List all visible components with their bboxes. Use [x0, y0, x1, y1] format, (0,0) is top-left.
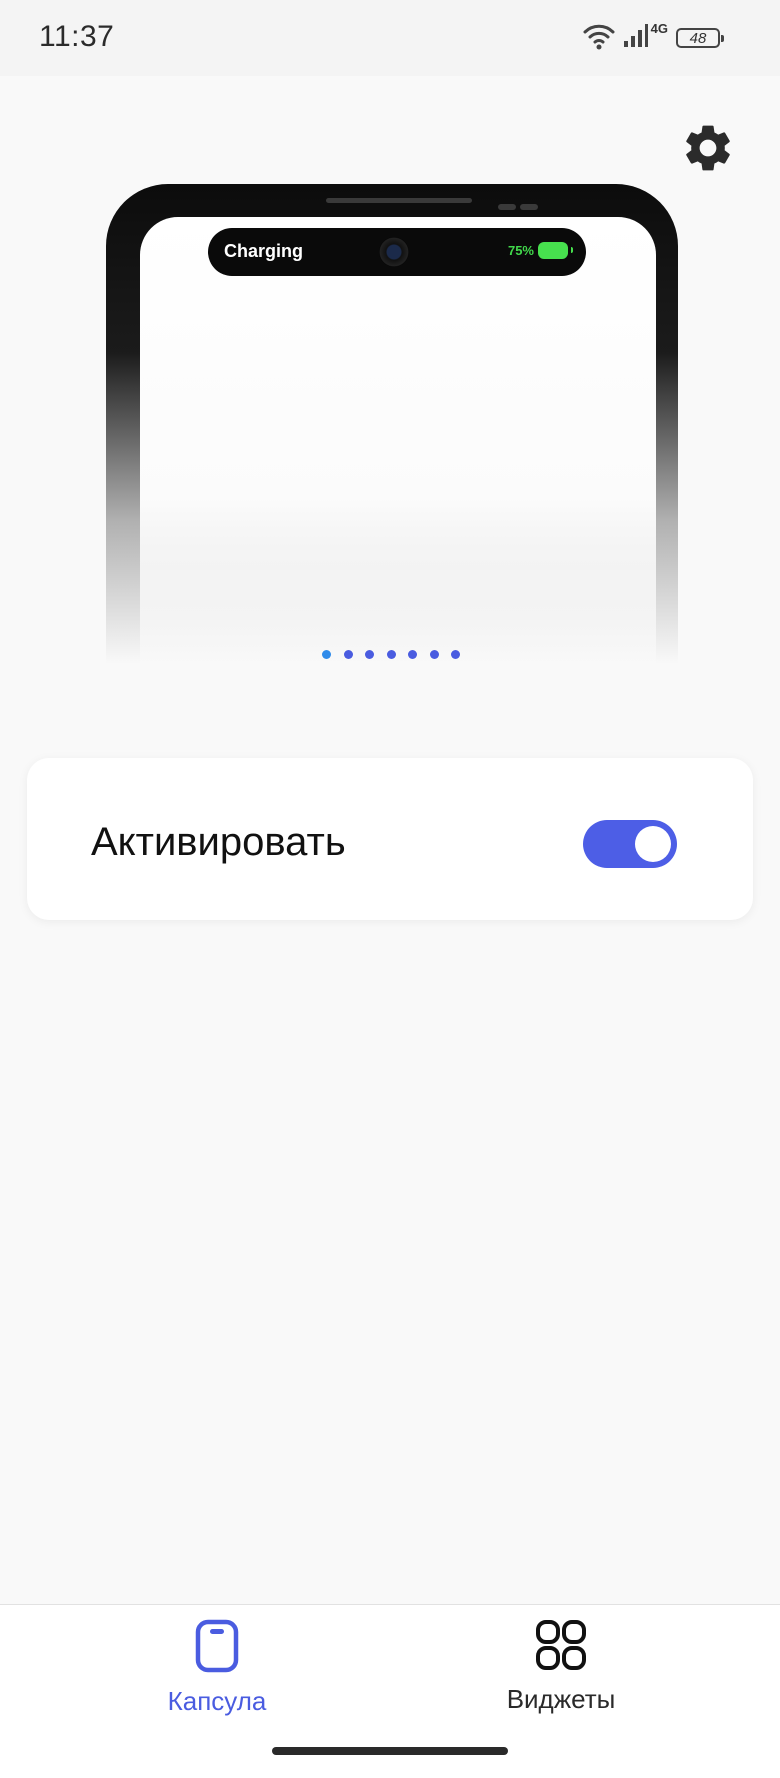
- phone-frame: Charging 75%: [106, 184, 678, 687]
- phone-preview[interactable]: Charging 75%: [100, 180, 680, 687]
- page-dot[interactable]: [429, 650, 439, 659]
- battery-icon: 48: [676, 28, 724, 48]
- activate-label: Активировать: [91, 820, 346, 864]
- camera-icon: [379, 237, 409, 267]
- phone-speaker: [326, 198, 472, 203]
- capsule-icon: [195, 1619, 239, 1678]
- battery-icon: [538, 242, 573, 259]
- nav-label-widgets: Виджеты: [506, 1684, 616, 1714]
- status-time: 11:37: [39, 20, 115, 53]
- page-indicator[interactable]: [322, 650, 460, 659]
- page-dot[interactable]: [343, 650, 353, 659]
- page-dot[interactable]: [451, 650, 460, 659]
- nav-item-capsule[interactable]: Капсула: [107, 1619, 327, 1729]
- network-type-label: 4G: [650, 20, 668, 36]
- wifi-icon: [583, 22, 615, 55]
- nav-item-widgets[interactable]: Виджеты: [451, 1619, 671, 1729]
- phone-screen: [140, 217, 656, 687]
- island-status-text: Charging: [224, 241, 303, 261]
- island-battery-percent: 75%: [507, 243, 534, 258]
- activate-card: Активировать: [27, 758, 753, 920]
- page-dot[interactable]: [322, 650, 331, 659]
- activate-toggle[interactable]: [583, 820, 677, 868]
- status-icons: 4G 48: [583, 20, 724, 55]
- status-bar: 11:37 4G 48: [0, 0, 780, 76]
- toggle-knob: [635, 826, 671, 862]
- widgets-grid-icon: [535, 1619, 587, 1676]
- nav-label-capsule: Капсула: [167, 1686, 267, 1716]
- island-battery: 75%: [507, 242, 573, 259]
- dynamic-island-preview: Charging 75%: [208, 228, 586, 276]
- home-indicator[interactable]: [272, 1747, 508, 1755]
- settings-button[interactable]: [676, 118, 740, 182]
- gear-icon: [680, 120, 736, 181]
- signal-icon: [623, 23, 649, 54]
- page-dot[interactable]: [408, 650, 417, 659]
- page-dot[interactable]: [365, 650, 374, 659]
- page-dot[interactable]: [386, 650, 396, 659]
- phone-sensors: [498, 204, 538, 210]
- battery-level: 48: [689, 29, 707, 47]
